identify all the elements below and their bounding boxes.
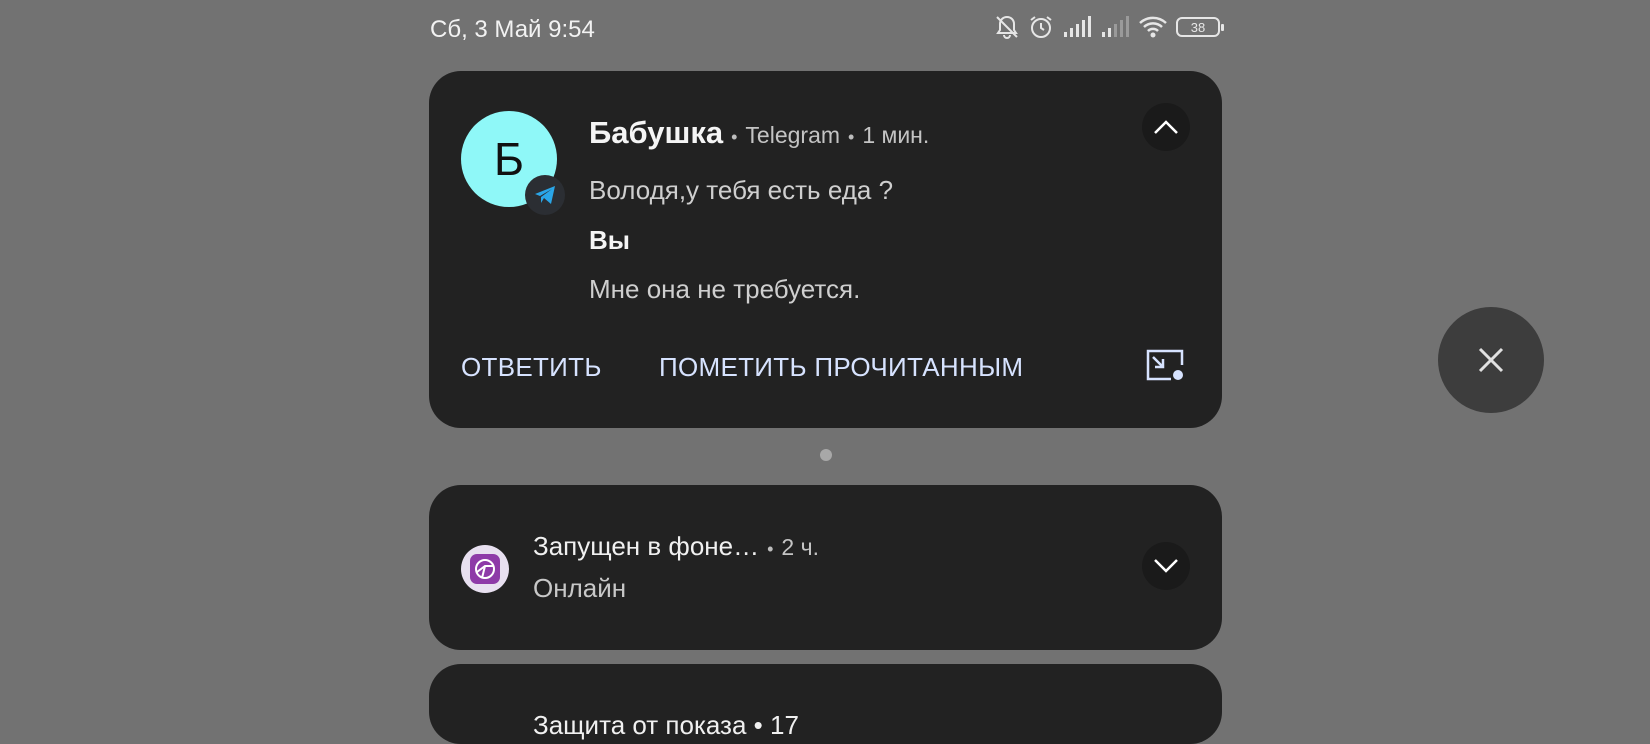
separator: •: [848, 127, 855, 147]
chevron-up-icon: [1154, 120, 1178, 134]
signal-icon: [1100, 16, 1130, 38]
reply-text: Мне она не требуется.: [589, 274, 861, 304]
notification-time: 2 ч.: [781, 534, 819, 560]
notification-title: Защита от показа • 17: [533, 710, 799, 740]
status-bar: Сб, 3 Май 9:54 38: [430, 10, 1224, 50]
notification-header: Запущен в фоне… • 2 ч.: [533, 531, 819, 562]
page-indicator: [820, 449, 832, 461]
signal-icon: [1062, 16, 1092, 38]
bell-muted-icon: [994, 14, 1020, 40]
battery-level: 38: [1190, 19, 1206, 35]
notification-card-partial[interactable]: Защита от показа • 17: [429, 664, 1222, 744]
status-datetime: Сб, 3 Май 9:54: [430, 16, 595, 43]
separator: •: [731, 127, 738, 147]
picture-in-picture-button[interactable]: [1145, 347, 1185, 383]
telegram-icon: [525, 175, 565, 215]
notification-status: Онлайн: [533, 573, 627, 603]
expand-button[interactable]: [1142, 542, 1190, 590]
close-icon: [1478, 347, 1504, 373]
notification-time: 1 мин.: [862, 122, 930, 148]
app-name: Telegram: [745, 122, 841, 148]
you-label: Вы: [589, 225, 630, 255]
collapse-button[interactable]: [1142, 103, 1190, 151]
avatar-letter: Б: [493, 133, 525, 185]
notification-header: Бабушка • Telegram • 1 мин.: [589, 115, 929, 151]
status-icons: 38: [994, 14, 1224, 40]
vpn-app-icon: [470, 554, 500, 584]
alarm-icon: [1028, 14, 1054, 40]
message-text: Володя,у тебя есть еда ?: [589, 175, 894, 205]
picture-in-picture-icon: [1146, 349, 1184, 381]
chevron-down-icon: [1154, 559, 1178, 573]
mark-read-button[interactable]: ПОМЕТИТЬ ПРОЧИТАННЫМ: [659, 352, 1023, 383]
clear-all-button[interactable]: [1438, 307, 1544, 413]
app-icon: [461, 545, 509, 593]
notification-card-background[interactable]: Запущен в фоне… • 2 ч. Онлайн: [429, 485, 1222, 650]
reply-button[interactable]: ОТВЕТИТЬ: [461, 352, 602, 383]
wifi-icon: [1138, 15, 1168, 39]
sender-name: Бабушка: [589, 115, 724, 150]
notification-title: Запущен в фоне…: [533, 531, 760, 561]
separator: •: [767, 539, 774, 559]
notification-card-telegram[interactable]: Б Бабушка • Telegram • 1 мин. Володя,у т…: [429, 71, 1222, 428]
battery-icon: 38: [1176, 17, 1224, 37]
